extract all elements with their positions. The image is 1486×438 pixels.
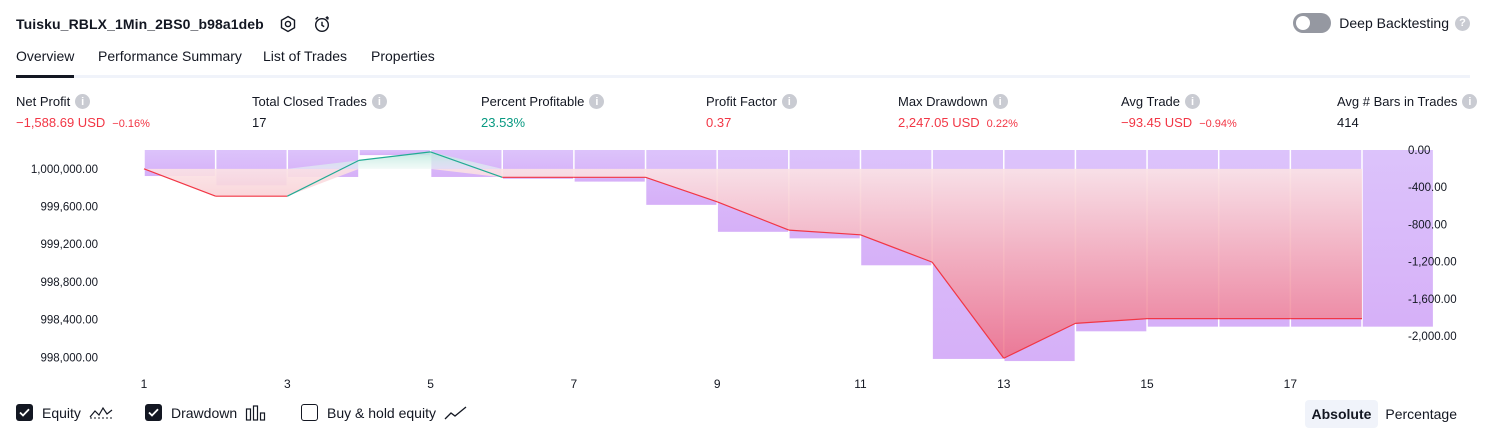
info-icon[interactable]: i bbox=[589, 94, 605, 109]
metric-value: 414 bbox=[1337, 115, 1359, 130]
right-axis-tick: -1,600.00 bbox=[1408, 294, 1457, 306]
metric-value: −93.45 USD bbox=[1121, 115, 1193, 130]
metric-avg-bars-in-trades: Avg # Bars in Trades i 414 bbox=[1337, 94, 1478, 130]
metric-label: Max Drawdown bbox=[898, 94, 988, 109]
x-axis-tick: 11 bbox=[854, 377, 867, 391]
left-axis-tick: 999,600.00 bbox=[40, 202, 98, 214]
info-icon[interactable]: i bbox=[992, 94, 1008, 109]
metric-value: −1,588.69 USD bbox=[16, 115, 106, 130]
x-axis-tick: 17 bbox=[1284, 377, 1298, 391]
drawdown-bars-icon bbox=[245, 404, 267, 421]
scale-toggle: Absolute Percentage bbox=[1304, 400, 1465, 428]
x-axis-tick: 7 bbox=[571, 377, 578, 391]
info-icon[interactable]: i bbox=[781, 94, 797, 109]
metric-net-profit: Net Profit i −1,588.69 USD −0.16% bbox=[16, 94, 150, 130]
strategy-name: Tuisku_RBLX_1Min_2BS0_b98a1deb bbox=[16, 16, 264, 32]
right-axis-tick: 0.00 bbox=[1408, 145, 1430, 157]
deep-backtesting-control: Deep Backtesting ? bbox=[1293, 13, 1470, 33]
metric-label: Profit Factor bbox=[706, 94, 777, 109]
info-icon[interactable]: i bbox=[75, 94, 91, 109]
legend-buy-hold-equity[interactable]: Buy & hold equity bbox=[301, 404, 468, 421]
metric-percent: −0.94% bbox=[1199, 118, 1237, 130]
x-axis-tick: 5 bbox=[427, 377, 434, 391]
deep-backtesting-label: Deep Backtesting bbox=[1339, 15, 1449, 31]
metric-percent-profitable: Percent Profitable i 23.53% bbox=[481, 94, 605, 130]
drawdown-checkbox[interactable] bbox=[145, 404, 162, 421]
help-icon[interactable]: ? bbox=[1455, 15, 1470, 31]
info-icon[interactable]: i bbox=[1185, 94, 1201, 109]
legend-equity[interactable]: Equity bbox=[16, 404, 113, 421]
equity-loss-area bbox=[144, 168, 1362, 359]
equity-drawdown-chart: 1,000,000.00 999,600.00 999,200.00 998,800.… bbox=[31, 145, 1457, 391]
left-axis-tick: 1,000,000.00 bbox=[31, 164, 98, 176]
right-axis-tick: -2,000.00 bbox=[1408, 331, 1457, 343]
metric-label: Percent Profitable bbox=[481, 94, 585, 109]
info-icon[interactable]: i bbox=[371, 94, 387, 109]
info-icon[interactable]: i bbox=[1462, 94, 1478, 109]
legend-label: Equity bbox=[42, 404, 81, 421]
tab-bar: Overview Performance Summary List of Tra… bbox=[16, 44, 1470, 78]
tab-properties[interactable]: Properties bbox=[371, 48, 435, 64]
legend-drawdown[interactable]: Drawdown bbox=[145, 404, 267, 421]
x-axis-tick: 1 bbox=[141, 377, 148, 391]
tab-overview[interactable]: Overview bbox=[16, 48, 75, 78]
x-axis-tick: 3 bbox=[284, 377, 291, 391]
left-axis-tick: 998,000.00 bbox=[40, 352, 98, 364]
metric-percent: −0.16% bbox=[112, 118, 150, 130]
metric-max-drawdown: Max Drawdown i 2,247.05 USD 0.22% bbox=[898, 94, 1018, 130]
percentage-button[interactable]: Percentage bbox=[1378, 400, 1464, 428]
metric-label: Avg # Bars in Trades bbox=[1337, 94, 1458, 109]
toggle-knob bbox=[1296, 16, 1311, 30]
metric-label: Net Profit bbox=[16, 94, 71, 109]
tab-performance-summary[interactable]: Performance Summary bbox=[98, 48, 242, 64]
metric-percent: 0.22% bbox=[986, 118, 1018, 130]
metric-value: 0.37 bbox=[706, 115, 732, 130]
metric-value: 2,247.05 USD bbox=[898, 115, 980, 130]
equity-checkbox[interactable] bbox=[16, 404, 33, 421]
buy-hold-checkbox[interactable] bbox=[301, 404, 318, 421]
x-axis-tick: 15 bbox=[1140, 377, 1154, 391]
metric-value: 23.53% bbox=[481, 115, 526, 130]
legend-label: Buy & hold equity bbox=[327, 404, 436, 421]
metric-value: 17 bbox=[252, 115, 267, 130]
right-axis-tick: -800.00 bbox=[1408, 219, 1447, 231]
metric-total-closed-trades: Total Closed Trades i 17 bbox=[252, 94, 387, 130]
left-axis-tick: 998,400.00 bbox=[40, 315, 98, 327]
tab-list-of-trades[interactable]: List of Trades bbox=[263, 48, 347, 64]
metric-label: Total Closed Trades bbox=[252, 94, 367, 109]
metric-avg-trade: Avg Trade i −93.45 USD −0.94% bbox=[1121, 94, 1237, 130]
right-axis-tick: -400.00 bbox=[1408, 182, 1447, 194]
left-axis-tick: 998,800.00 bbox=[40, 277, 98, 289]
absolute-button[interactable]: Absolute bbox=[1304, 400, 1379, 428]
header: Tuisku_RBLX_1Min_2BS0_b98a1deb bbox=[16, 12, 332, 36]
settings-icon[interactable] bbox=[278, 14, 298, 34]
right-axis-tick: -1,200.00 bbox=[1408, 257, 1457, 269]
legend-label: Drawdown bbox=[171, 404, 238, 421]
buy-hold-line-icon bbox=[444, 405, 468, 421]
metric-profit-factor: Profit Factor i 0.37 bbox=[706, 94, 797, 130]
equity-line-icon bbox=[89, 405, 113, 421]
left-axis-tick: 999,200.00 bbox=[40, 239, 98, 251]
metric-label: Avg Trade bbox=[1121, 94, 1181, 109]
x-axis-tick: 9 bbox=[714, 377, 721, 391]
alert-clock-icon[interactable] bbox=[312, 14, 332, 34]
equity-area bbox=[144, 151, 1362, 359]
deep-backtesting-toggle[interactable] bbox=[1293, 13, 1332, 33]
x-axis-tick: 13 bbox=[997, 377, 1011, 391]
